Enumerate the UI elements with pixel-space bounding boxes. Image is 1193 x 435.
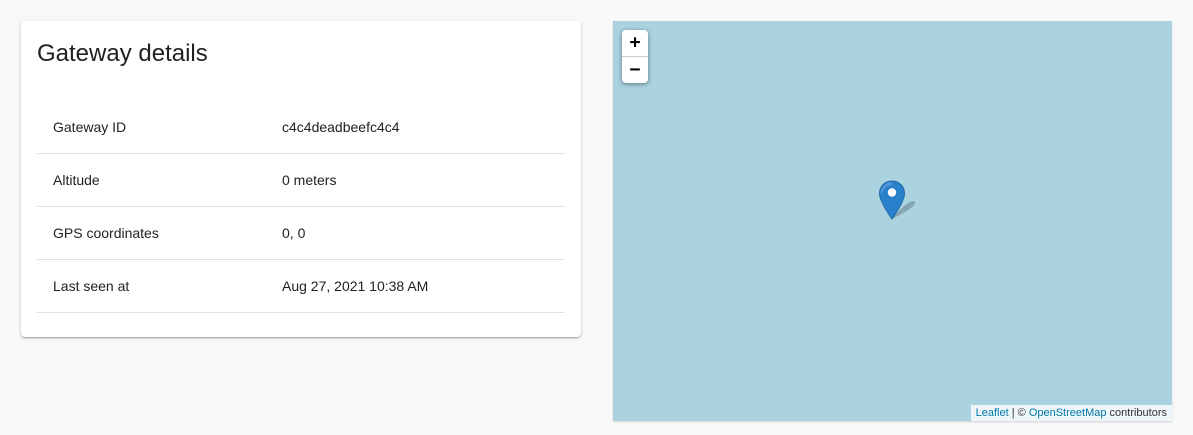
row-label: Last seen at	[53, 278, 130, 294]
table-row-last-seen: Last seen at Aug 27, 2021 10:38 AM	[37, 260, 565, 313]
attribution-suffix: contributors	[1106, 407, 1167, 419]
row-value: Aug 27, 2021 10:38 AM	[282, 278, 429, 294]
gateway-location-map[interactable]: + − Leaflet | © OpenStreetMap contributo…	[613, 21, 1172, 421]
attribution-separator: | ©	[1008, 407, 1029, 419]
openstreetmap-link[interactable]: OpenStreetMap	[1029, 407, 1107, 419]
zoom-control: + −	[622, 30, 648, 83]
row-value: 0 meters	[282, 172, 337, 188]
leaflet-link[interactable]: Leaflet	[976, 407, 1009, 419]
gateway-details-card: Gateway details Gateway ID c4c4deadbeefc…	[21, 21, 581, 337]
row-label: Gateway ID	[53, 119, 127, 135]
row-label: GPS coordinates	[53, 225, 159, 241]
zoom-out-button[interactable]: −	[622, 57, 648, 83]
table-row-gateway-id: Gateway ID c4c4deadbeefc4c4	[37, 101, 565, 154]
map-pin-icon[interactable]	[878, 179, 918, 223]
row-value: c4c4deadbeefc4c4	[282, 119, 400, 135]
card-title: Gateway details	[37, 40, 208, 67]
table-row-gps-coordinates: GPS coordinates 0, 0	[37, 207, 565, 260]
zoom-in-button[interactable]: +	[622, 30, 648, 57]
row-label: Altitude	[53, 172, 100, 188]
map-attribution: Leaflet | © OpenStreetMap contributors	[970, 405, 1172, 421]
row-value: 0, 0	[282, 225, 306, 241]
details-table: Gateway ID c4c4deadbeefc4c4 Altitude 0 m…	[37, 101, 565, 313]
table-row-altitude: Altitude 0 meters	[37, 154, 565, 207]
